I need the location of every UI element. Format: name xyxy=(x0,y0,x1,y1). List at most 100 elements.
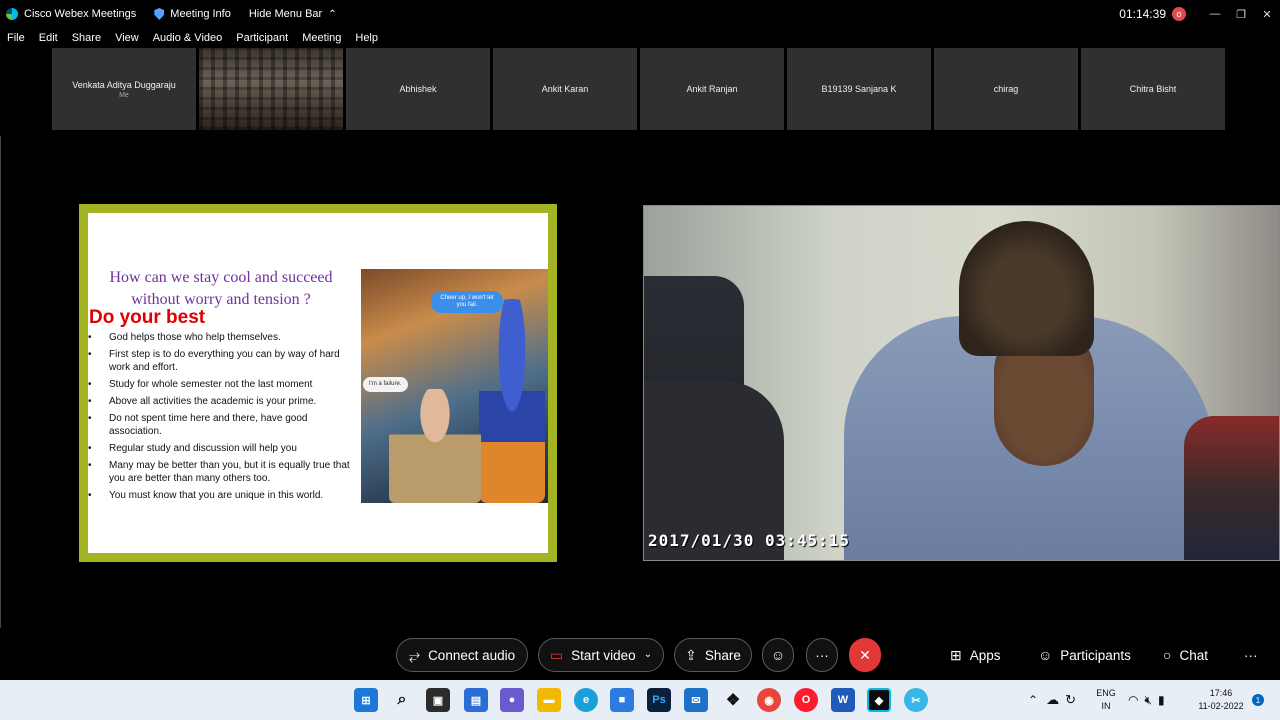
more-options-button[interactable]: ··· xyxy=(806,638,838,672)
menu-view[interactable]: View xyxy=(108,29,146,47)
file-explorer-icon[interactable]: ▬ xyxy=(537,688,561,712)
webex-logo-icon xyxy=(6,8,18,20)
meeting-info-button[interactable]: Meeting Info xyxy=(154,8,231,20)
participant-tile[interactable]: B19139 Sanjana K xyxy=(787,48,931,130)
onedrive-icon[interactable]: ☁ xyxy=(1046,692,1059,708)
minimize-icon[interactable]: — xyxy=(1202,0,1228,28)
chevron-up-icon: ⌃ xyxy=(328,8,337,20)
clock-date: 11-02-2022 xyxy=(1198,701,1244,711)
status-icons[interactable]: ◠ 🔇︎ ▮ xyxy=(1128,680,1165,720)
participant-tile[interactable]: Ankit Ranjan xyxy=(640,48,784,130)
chevron-down-icon[interactable]: ⌄ xyxy=(644,650,652,660)
participants-icon: ☺ xyxy=(1038,647,1053,663)
start-video-button[interactable]: ▭ Start video ⌄ xyxy=(538,638,664,672)
task-view-icon[interactable]: ▣ xyxy=(426,688,450,712)
hide-menu-label: Hide Menu Bar xyxy=(248,8,323,20)
apps-label: Apps xyxy=(969,647,1001,663)
mail-icon[interactable]: ✉ xyxy=(684,688,708,712)
notification-badge[interactable]: 1 xyxy=(1252,694,1264,706)
camera-timestamp: 2017/01/30 03:45:15 xyxy=(648,531,851,550)
webex-icon[interactable]: ◆ xyxy=(867,688,891,712)
slide-heading: Do your best xyxy=(89,307,206,328)
share-button[interactable]: ⇪ Share xyxy=(674,638,752,672)
apps-button[interactable]: ⊞ Apps xyxy=(950,638,1001,672)
clock-time: 17:46 xyxy=(1209,688,1233,698)
close-icon[interactable]: ✕ xyxy=(1254,0,1280,28)
stage-divider xyxy=(0,136,1,628)
participants-button[interactable]: ☺ Participants xyxy=(1038,638,1131,672)
slide-bullet: Many may be better than you, but it is e… xyxy=(88,459,363,485)
menu-meeting[interactable]: Meeting xyxy=(295,29,348,47)
participant-name: Chitra Bisht xyxy=(1129,84,1177,94)
taskbar-clock[interactable]: 17:46 11-02-2022 xyxy=(1193,687,1249,713)
participant-tile[interactable]: chirag xyxy=(934,48,1078,130)
menu-help[interactable]: Help xyxy=(348,29,385,47)
lang-region: IN xyxy=(1101,701,1111,711)
speech-bubble: Cheer up, I won't let you fail. xyxy=(431,291,503,313)
participant-tile[interactable]: Abhishek xyxy=(346,48,490,130)
menu-audio-video[interactable]: Audio & Video xyxy=(146,29,230,47)
word-icon[interactable]: W xyxy=(831,688,855,712)
menu-share[interactable]: Share xyxy=(65,29,108,47)
participant-tile-self[interactable]: Venkata Aditya Duggaraju Me xyxy=(52,48,196,130)
participant-tile[interactable]: Chitra Bisht xyxy=(1081,48,1225,130)
menu-edit[interactable]: Edit xyxy=(32,29,65,47)
participant-name: Ankit Ranjan xyxy=(686,84,738,94)
shield-icon xyxy=(154,8,165,20)
participant-name: Ankit Karan xyxy=(541,84,589,94)
overflow-menu-button[interactable]: ··· xyxy=(1244,638,1258,672)
app-title: Cisco Webex Meetings xyxy=(0,8,136,20)
participant-name: chirag xyxy=(993,84,1019,94)
search-icon[interactable]: ⌕ xyxy=(390,688,414,712)
reactions-button[interactable]: ☺ xyxy=(762,638,794,672)
chat-button[interactable]: ○ Chat xyxy=(1163,638,1208,672)
system-tray: ⌃ ☁ ↻ xyxy=(1028,680,1076,720)
chat-label: Chat xyxy=(1179,647,1208,663)
language-indicator[interactable]: ENG IN xyxy=(1093,687,1119,713)
snip-icon[interactable]: ✂ xyxy=(904,688,928,712)
slide-bullet: Study for whole semester not the last mo… xyxy=(88,378,363,391)
wifi-icon: ◠ xyxy=(1128,693,1139,707)
teams-chat-icon[interactable]: ● xyxy=(500,688,524,712)
slide-content: How can we stay cool and succeed without… xyxy=(88,213,548,553)
hide-menu-bar-button[interactable]: Hide Menu Bar ⌃ xyxy=(249,8,337,20)
photoshop-icon[interactable]: Ps xyxy=(647,688,671,712)
menu-file[interactable]: File xyxy=(0,29,32,47)
close-icon: ✕ xyxy=(859,647,871,663)
participant-strip: Venkata Aditya Duggaraju Me Abhishek Ank… xyxy=(52,48,1225,130)
connect-audio-button[interactable]: ⥂ Connect audio xyxy=(396,638,528,672)
slide-bullet: Above all activities the academic is you… xyxy=(88,395,363,408)
chrome-icon[interactable]: ◉ xyxy=(757,688,781,712)
menu-bar: File Edit Share View Audio & Video Parti… xyxy=(0,29,385,47)
slide-bullet: First step is to do everything you can b… xyxy=(88,348,363,374)
leave-meeting-button[interactable]: ✕ xyxy=(849,638,881,672)
participant-sub: Me xyxy=(119,91,129,99)
illustration-figure xyxy=(389,389,481,503)
slide-title: How can we stay cool and succeed without… xyxy=(109,269,333,308)
recording-indicator: o xyxy=(1172,7,1186,21)
windows-start-icon[interactable]: ⊞ xyxy=(354,688,378,712)
opera-icon[interactable]: O xyxy=(794,688,818,712)
store-icon[interactable]: ■ xyxy=(610,688,634,712)
app-name: Cisco Webex Meetings xyxy=(24,8,137,20)
restore-icon[interactable]: ❐ xyxy=(1228,0,1254,28)
participants-label: Participants xyxy=(1060,647,1131,663)
widgets-icon[interactable]: ▤ xyxy=(464,688,488,712)
edge-icon[interactable]: e xyxy=(574,688,598,712)
participant-name: B19139 Sanjana K xyxy=(821,84,897,94)
start-video-label: Start video xyxy=(571,647,636,663)
participant-tile[interactable]: Ankit Karan xyxy=(493,48,637,130)
illustration-figure xyxy=(479,299,545,503)
chat-icon: ○ xyxy=(1163,647,1172,663)
participant-tile-video[interactable] xyxy=(199,48,343,130)
meeting-info-label: Meeting Info xyxy=(170,8,231,20)
chevron-up-icon[interactable]: ⌃ xyxy=(1028,693,1038,707)
background-clothes xyxy=(1184,416,1279,560)
title-bar: Cisco Webex Meetings Meeting Info Hide M… xyxy=(0,0,1280,28)
slide-illustration: Cheer up, I won't let you fail. I'm a fa… xyxy=(361,269,548,503)
dropbox-icon[interactable]: ❖ xyxy=(721,688,745,712)
shared-slide: How can we stay cool and succeed without… xyxy=(79,204,557,562)
menu-participant[interactable]: Participant xyxy=(229,29,295,47)
sync-icon[interactable]: ↻ xyxy=(1065,692,1076,708)
active-speaker-video[interactable]: 2017/01/30 03:45:15 xyxy=(643,205,1280,561)
